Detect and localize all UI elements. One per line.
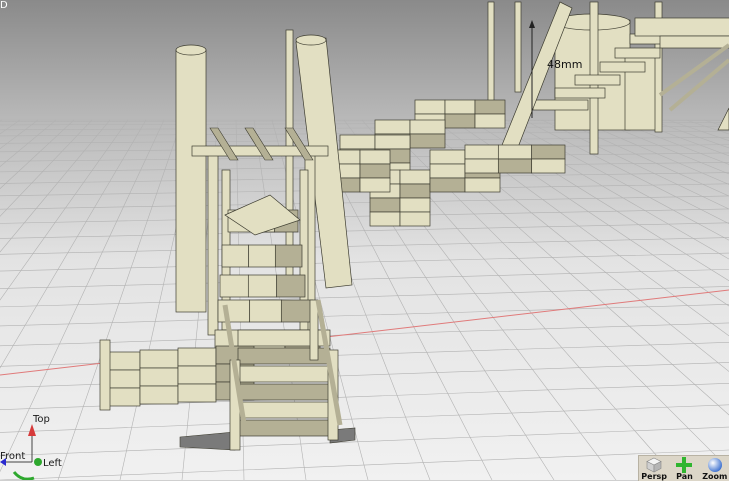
left-axis-ball-icon (34, 458, 42, 466)
stepped-block-wall[interactable] (329, 99, 566, 227)
viewport-corner-label: D (0, 0, 8, 11)
top-axis-label: Top (33, 414, 50, 425)
pan-button[interactable]: Pan (670, 456, 698, 481)
dimension-label: 48mm (547, 58, 583, 71)
triad-graphic (0, 424, 42, 480)
left-axis-label: Left (43, 458, 62, 469)
view-navigation-toolbar: Persp Pan Zoom (638, 455, 729, 481)
perspective-button[interactable]: Persp (640, 456, 668, 481)
top-axis-cone-icon (28, 424, 36, 436)
pan-cross-icon (676, 457, 693, 473)
front-axis-label: Front (0, 451, 26, 462)
left-cylinder-column[interactable] (175, 44, 207, 313)
scene-canvas[interactable] (0, 0, 729, 480)
zoom-button[interactable]: Zoom (701, 456, 729, 481)
3d-viewport[interactable]: D 48mm Top Front Left Persp Pan Zoom (0, 0, 729, 481)
zoom-sphere-icon (707, 458, 722, 472)
cube-icon (646, 457, 662, 473)
